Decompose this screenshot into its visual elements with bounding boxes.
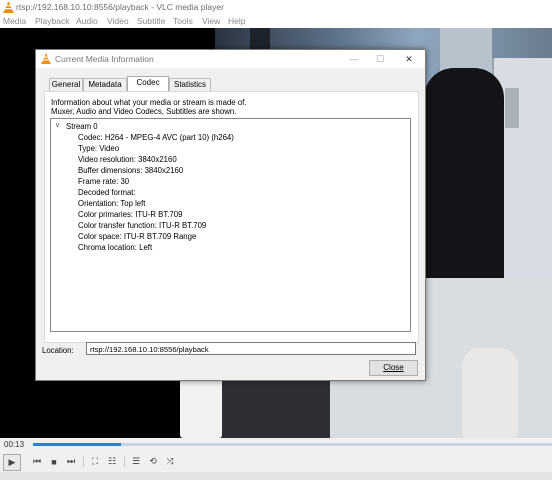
fullscreen-icon: ⛶ (91, 456, 99, 466)
play-icon: ▶ (8, 457, 16, 467)
equalizer-icon: ☷ (107, 456, 117, 466)
tree-row-color-primaries[interactable]: Color primaries: ITU-R BT.709 (78, 210, 182, 219)
codec-tree[interactable]: ∨ Stream 0 Codec: H264 - MPEG-4 AVC (par… (50, 118, 411, 332)
playlist-button[interactable]: ☰ (129, 454, 143, 469)
codec-description-line: Muxer, Audio and Video Codecs, Subtitles… (51, 107, 237, 116)
vlc-cone-icon (3, 1, 14, 13)
chevron-down-icon[interactable]: ∨ (55, 121, 60, 129)
window-title: rtsp://192.168.10.10:8556/playback - VLC… (16, 2, 224, 12)
loop-icon: ⟲ (149, 456, 157, 466)
menu-playback[interactable]: Playback (35, 16, 70, 26)
fullscreen-button[interactable]: ⛶ (88, 454, 102, 469)
menu-tools[interactable]: Tools (173, 16, 193, 26)
tree-row-codec[interactable]: Codec: H264 - MPEG-4 AVC (part 10) (h264… (78, 133, 234, 142)
tab-metadata[interactable]: Metadata (83, 78, 127, 91)
tree-row-orientation[interactable]: Orientation: Top left (78, 199, 145, 208)
stop-button[interactable]: ■ (47, 454, 61, 469)
tree-row-chroma-location[interactable]: Chroma location: Left (78, 243, 152, 252)
seek-slider[interactable] (33, 443, 552, 446)
menu-video[interactable]: Video (107, 16, 129, 26)
close-window-button[interactable]: ✕ (398, 52, 420, 66)
tree-row-decoded-format[interactable]: Decoded format: (78, 188, 136, 197)
tab-codec[interactable]: Codec (127, 76, 169, 91)
tree-node-stream[interactable]: Stream 0 (66, 122, 98, 131)
codec-description: Information about what your media or str… (51, 98, 411, 116)
controls-bar: ▶ ⏮ ■ ⏭ ⛶ ☷ ☰ ⟲ ⤨ (0, 452, 552, 472)
playlist-icon: ☰ (131, 456, 141, 466)
dialog-title-bar: Current Media Information — ☐ ✕ (36, 50, 425, 68)
previous-button[interactable]: ⏮ (30, 454, 44, 469)
tab-statistics[interactable]: Statistics (169, 78, 211, 91)
vlc-cone-icon (41, 53, 51, 64)
vlc-title-bar: rtsp://192.168.10.10:8556/playback - VLC… (0, 0, 552, 14)
device-object (462, 348, 518, 438)
maximize-button[interactable]: ☐ (369, 52, 391, 66)
media-information-dialog: Current Media Information — ☐ ✕ General … (35, 49, 426, 381)
location-field[interactable]: rtsp://192.168.10.10:8556/playback (86, 342, 416, 355)
stop-icon: ■ (51, 456, 57, 467)
dialog-title: Current Media Information (55, 54, 154, 64)
next-button[interactable]: ⏭ (64, 454, 78, 469)
taskbar-strip (0, 472, 552, 480)
menu-subtitle[interactable]: Subtitle (137, 16, 165, 26)
tree-row-color-space[interactable]: Color space: ITU-R BT.709 Range (78, 232, 196, 241)
tree-row-frame-rate[interactable]: Frame rate: 30 (78, 177, 129, 186)
time-elapsed: 00:13 (4, 440, 25, 449)
loop-button[interactable]: ⟲ (146, 454, 160, 469)
tree-row-buffer-dimensions[interactable]: Buffer dimensions: 3840x2160 (78, 166, 183, 175)
shuffle-button[interactable]: ⤨ (163, 454, 177, 469)
tree-row-type[interactable]: Type: Video (78, 144, 119, 153)
location-label: Location: (42, 346, 74, 355)
close-button[interactable]: Close (369, 360, 418, 376)
extended-settings-button[interactable]: ☷ (105, 454, 119, 469)
whiteboard-label (505, 88, 519, 128)
codec-description-line: Information about what your media or str… (51, 98, 247, 107)
seek-row: 00:13 (0, 438, 552, 452)
seek-progress (33, 443, 122, 446)
skip-next-icon: ⏭ (66, 456, 76, 466)
separator (83, 456, 84, 467)
codec-panel: Information about what your media or str… (44, 91, 419, 343)
tree-row-color-transfer[interactable]: Color transfer function: ITU-R BT.709 (78, 221, 206, 230)
minimize-button[interactable]: — (343, 52, 365, 66)
skip-previous-icon: ⏮ (32, 456, 42, 466)
menu-bar: Media Playback Audio Video Subtitle Tool… (0, 14, 552, 28)
menu-audio[interactable]: Audio (76, 16, 98, 26)
separator (124, 456, 125, 467)
close-button-label: Close (383, 363, 404, 372)
tree-row-video-resolution[interactable]: Video resolution: 3840x2160 (78, 155, 177, 164)
menu-media[interactable]: Media (3, 16, 26, 26)
shuffle-icon: ⤨ (166, 456, 174, 466)
play-button[interactable]: ▶ (3, 454, 21, 471)
tab-general[interactable]: General (49, 78, 83, 91)
menu-help[interactable]: Help (228, 16, 245, 26)
menu-view[interactable]: View (202, 16, 220, 26)
